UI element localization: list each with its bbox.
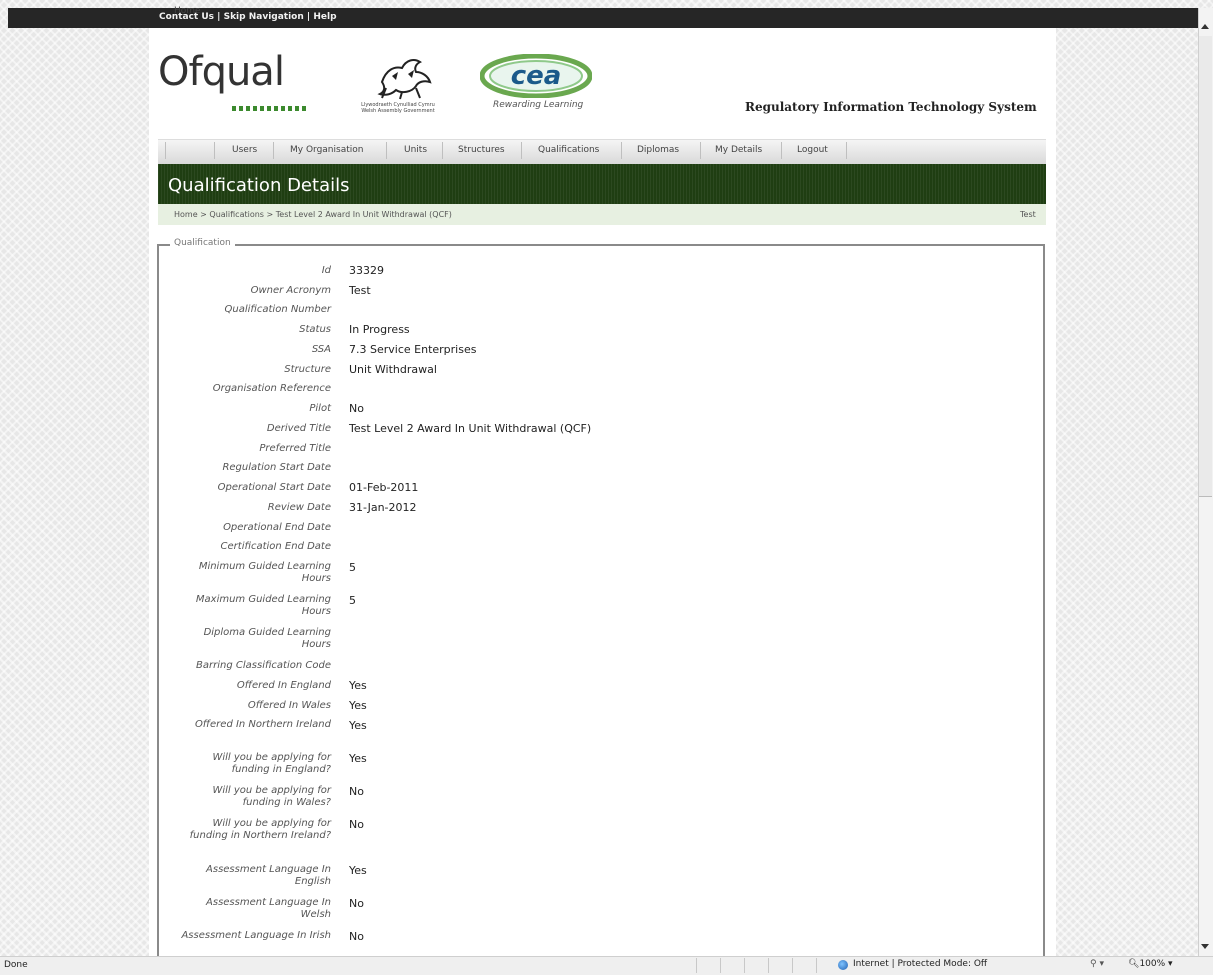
field-label-maximum-guided-learning-hours: Maximum Guided Learning Hours: [195, 594, 331, 617]
field-value-funding-wales: No: [349, 785, 364, 798]
status-panel: [696, 958, 717, 973]
field-value-offered-in-wales: Yes: [349, 699, 367, 712]
nav-units[interactable]: Units: [404, 145, 427, 155]
nav-divider: [273, 142, 274, 159]
nav-my-details[interactable]: My Details: [715, 145, 762, 155]
field-label-diploma-guided-learning-hours: Diploma Guided Learning Hours: [203, 627, 331, 650]
field-label-organisation-reference: Organisation Reference: [212, 383, 331, 394]
field-label-operational-start-date: Operational Start Date: [217, 482, 331, 493]
field-value-funding-england: Yes: [349, 752, 367, 765]
zoom-level[interactable]: 🔍︎100% ▾: [1128, 959, 1173, 969]
help-link[interactable]: Help: [313, 12, 336, 22]
field-value-owner-acronym: Test: [349, 284, 371, 297]
field-value-operational-start-date: 01-Feb-2011: [349, 481, 419, 494]
nav-divider: [521, 142, 522, 159]
field-label-preferred-title: Preferred Title: [259, 443, 331, 454]
cea-logo: cea: [480, 54, 592, 98]
nav-diplomas[interactable]: Diplomas: [637, 145, 679, 155]
field-label-offered-in-england: Offered In England: [236, 680, 331, 691]
field-value-minimum-guided-learning-hours: 5: [349, 561, 356, 574]
field-value-derived-title: Test Level 2 Award In Unit Withdrawal (Q…: [349, 422, 592, 435]
field-label-assessment-language-irish: Assessment Language In Irish: [181, 930, 331, 941]
scrollbar-thumb[interactable]: [1199, 36, 1212, 497]
scroll-down-arrow-icon[interactable]: [1201, 944, 1209, 949]
field-label-minimum-guided-learning-hours: Minimum Guided Learning Hours: [198, 561, 331, 584]
field-label-owner-acronym: Owner Acronym: [250, 285, 331, 296]
field-label-review-date: Review Date: [267, 502, 331, 513]
ofqual-logo: Ofqual: [158, 49, 285, 95]
nav-divider: [781, 142, 782, 159]
field-label-offered-in-wales: Offered In Wales: [247, 700, 331, 711]
nav-users[interactable]: Users: [232, 145, 257, 155]
internet-globe-icon: [838, 960, 848, 970]
field-value-assessment-language-irish: No: [349, 930, 364, 943]
field-value-maximum-guided-learning-hours: 5: [349, 594, 356, 607]
nav-logout[interactable]: Logout: [797, 145, 828, 155]
field-value-status: In Progress: [349, 323, 410, 336]
field-value-offered-in-northern-ireland: Yes: [349, 719, 367, 732]
field-value-funding-northern-ireland: No: [349, 818, 364, 831]
skip-navigation-link[interactable]: Skip Navigation: [224, 12, 304, 22]
field-value-pilot: No: [349, 402, 364, 415]
field-label-certification-end-date: Certification End Date: [220, 541, 331, 552]
nav-divider: [165, 142, 166, 159]
nav-divider: [621, 142, 622, 159]
welsh-dragon-icon: [377, 59, 432, 100]
breadcrumb-user: Test: [1020, 210, 1036, 219]
field-label-ssa: SSA: [311, 344, 331, 355]
ofqual-logo-dots: [232, 106, 308, 111]
field-label-offered-in-northern-ireland: Offered In Northern Ireland: [194, 719, 331, 730]
field-value-assessment-language-welsh: No: [349, 897, 364, 910]
nav-divider: [700, 142, 701, 159]
status-panel: [768, 958, 789, 973]
field-label-operational-end-date: Operational End Date: [223, 522, 331, 533]
field-label-regulation-start-date: Regulation Start Date: [222, 462, 331, 473]
field-label-status: Status: [299, 324, 331, 335]
nav-divider: [442, 142, 443, 159]
security-zone[interactable]: Internet | Protected Mode: Off: [853, 959, 987, 969]
field-label-funding-northern-ireland: Will you be applying for funding in Nort…: [189, 818, 331, 841]
field-value-assessment-language-english: Yes: [349, 864, 367, 877]
fieldset-legend: Qualification: [170, 238, 235, 248]
field-value-review-date: 31-Jan-2012: [349, 501, 417, 514]
browser-status-bar: [0, 956, 1213, 975]
field-label-id: Id: [321, 265, 331, 276]
field-label-funding-england: Will you be applying for funding in Engl…: [212, 752, 331, 775]
nav-home[interactable]: Home: [174, 6, 201, 16]
field-label-structure: Structure: [284, 364, 331, 375]
field-label-assessment-language-welsh: Assessment Language In Welsh: [206, 897, 331, 920]
nav-my-organisation[interactable]: My Organisation: [290, 145, 363, 155]
field-label-pilot: Pilot: [309, 403, 331, 414]
status-panel: [744, 958, 765, 973]
field-label-barring-classification-code: Barring Classification Code: [196, 660, 331, 671]
cea-logo-text: cea: [511, 61, 562, 91]
protected-mode-icon[interactable]: ⚲ ▾: [1090, 959, 1104, 969]
zoom-value: 100%: [1139, 959, 1166, 969]
status-panel: [792, 958, 813, 973]
link-separator: |: [217, 12, 221, 22]
welsh-government-caption: Llywodraeth Cynulliad Cymru Welsh Assemb…: [361, 102, 435, 114]
status-panel: [720, 958, 741, 973]
field-value-offered-in-england: Yes: [349, 679, 367, 692]
scroll-up-arrow-icon[interactable]: [1201, 24, 1209, 29]
field-value-structure: Unit Withdrawal: [349, 363, 437, 376]
field-label-assessment-language-english: Assessment Language In English: [206, 864, 331, 887]
field-label-qualification-number: Qualification Number: [224, 304, 331, 315]
nav-qualifications[interactable]: Qualifications: [538, 145, 599, 155]
breadcrumb-path[interactable]: Home > Qualifications > Test Level 2 Awa…: [174, 210, 452, 219]
field-value-id: 33329: [349, 264, 384, 277]
link-separator: |: [306, 12, 311, 22]
status-text: Done: [4, 960, 28, 970]
nav-structures[interactable]: Structures: [458, 145, 505, 155]
cea-tagline: Rewarding Learning: [493, 100, 584, 110]
nav-divider: [214, 142, 215, 159]
field-label-derived-title: Derived Title: [266, 423, 331, 434]
page-title: Qualification Details: [168, 175, 350, 196]
field-value-ssa: 7.3 Service Enterprises: [349, 343, 477, 356]
nav-divider: [846, 142, 847, 159]
nav-divider: [386, 142, 387, 159]
system-title: Regulatory Information Technology System: [745, 100, 1037, 114]
field-label-funding-wales: Will you be applying for funding in Wale…: [212, 785, 331, 808]
status-panel: [816, 958, 837, 973]
